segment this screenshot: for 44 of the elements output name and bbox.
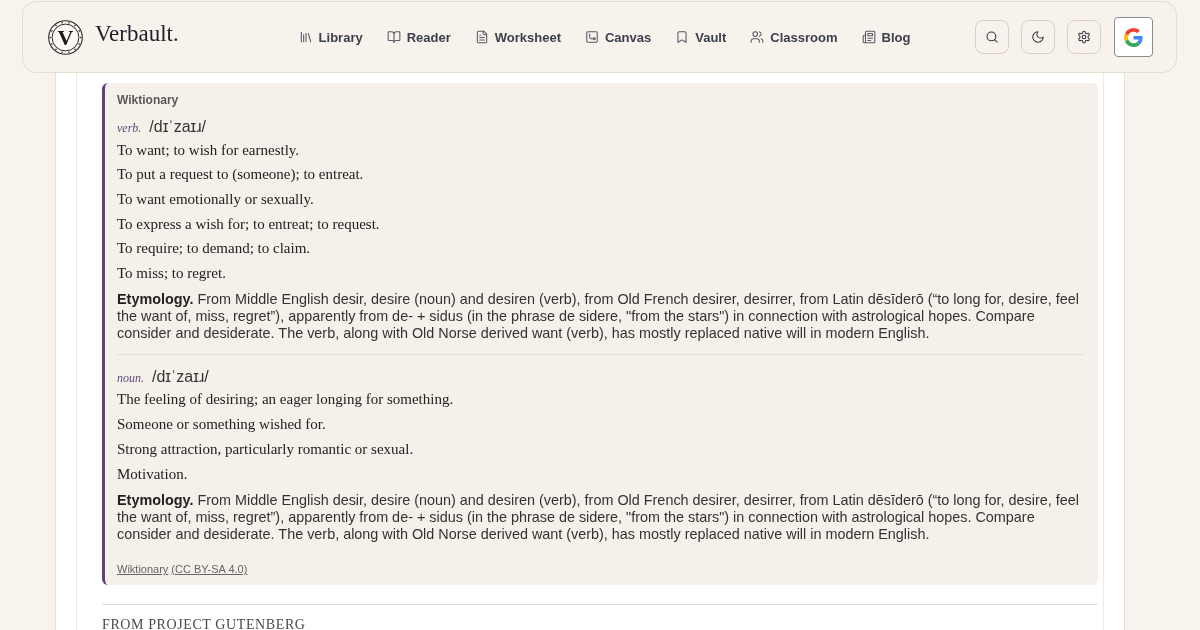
pronunciation: /dɪˈzaɪɹ/ — [149, 117, 207, 137]
nav-link[interactable]: Vault — [675, 29, 727, 45]
definition-text: To require; to demand; to claim. — [117, 239, 312, 259]
definition-text: To miss; to regret. — [117, 263, 227, 283]
people-icon — [750, 30, 765, 44]
square-path-icon — [585, 30, 599, 44]
nav-link[interactable]: Worksheet — [474, 29, 561, 45]
theme-button[interactable] — [1021, 20, 1055, 54]
etymology-text: Etymology. From Middle English desir, desire (noun) and desiren (verb), from Old French desirer, desirrer, from Latin dēsīderō (“to long for, desire, feel the want of, miss, regret”), apparently from de- + sidus (in the phrase de sidere, "from the stars") in connection with astrological hopes. Compare consider and desiderate. The verb, along with Old Norse derived want (verb), has mostly replaced native will in modern English. — [117, 291, 1080, 343]
section-heading: FROM PROJECT GUTENBERG — [102, 615, 307, 630]
nav-link[interactable]: Canvas — [585, 29, 652, 45]
search-icon — [985, 30, 999, 44]
open-book-icon — [386, 30, 401, 44]
license-link[interactable]: (CC BY-SA 4.0) — [171, 562, 248, 577]
definition-text: To want; to wish for earnestly. — [117, 140, 301, 160]
document-icon — [474, 30, 489, 44]
pronunciation: /dɪˈzaɪɹ/ — [152, 366, 209, 387]
source-link[interactable]: Wiktionary — [117, 562, 169, 577]
part-of-speech: noun. — [117, 369, 144, 387]
settings-button[interactable] — [1067, 20, 1101, 54]
books-icon — [298, 30, 313, 44]
logo-mark: V — [48, 19, 83, 55]
definition-text: To put a request to (someone); to entreat. — [117, 165, 365, 185]
definition-text: To express a wish for; to entreat; to request. — [117, 214, 381, 234]
definition-text: Strong attraction, particularly romantic or sexual. — [117, 439, 415, 459]
definition-text: The feeling of desiring; an eager longing for something. — [117, 390, 455, 410]
settings-icon — [1077, 30, 1091, 44]
brand-name: Verbault. — [95, 20, 179, 48]
definition-text: Motivation. — [117, 464, 189, 484]
nav-link[interactable]: Library — [298, 29, 363, 45]
etymology-text: Etymology. From Middle English desir, desire (noun) and desiren (verb), from Old French desirer, desirrer, from Latin dēsīderō (“to long for, desire, feel the want of, miss, regret”), apparently from de- + sidus (in the phrase de sidere, "from the stars") in connection with astrological hopes. Compare consider and desiderate. The verb, along with Old Norse derived want (verb), has mostly replaced native will in modern English. — [117, 492, 1080, 543]
part-of-speech: verb. — [117, 120, 142, 137]
nav-link[interactable]: Classroom — [750, 29, 838, 45]
moon-icon — [1031, 30, 1045, 44]
google-logo-icon — [1124, 27, 1143, 47]
source-label: Wiktionary — [117, 92, 180, 108]
bookmark-icon — [675, 30, 690, 44]
definition-text: To want emotionally or sexually. — [117, 189, 315, 209]
nav-link[interactable]: Reader — [386, 29, 451, 45]
sign-in-button[interactable] — [1114, 17, 1153, 57]
nav-link[interactable]: Blog — [861, 29, 911, 45]
newspaper-icon — [861, 30, 876, 44]
search-button[interactable] — [975, 20, 1009, 54]
definition-text: Someone or something wished for. — [117, 415, 327, 435]
